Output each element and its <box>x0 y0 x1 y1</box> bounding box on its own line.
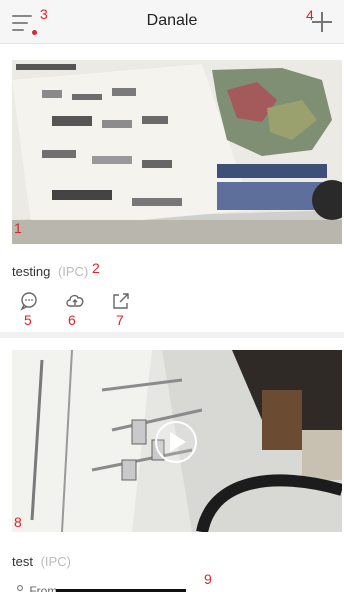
annotation-8: 8 <box>14 514 22 530</box>
annotation-6: 6 <box>68 312 76 328</box>
device-type: (IPC) <box>57 264 89 279</box>
annotation-1: 1 <box>14 220 22 236</box>
annotation-5: 5 <box>24 312 32 328</box>
annotation-2: 2 <box>92 260 100 276</box>
device-card: 8 test (IPC) From 9 <box>0 338 344 592</box>
device-name: test <box>12 554 33 569</box>
device-actions <box>18 290 218 314</box>
device-name-row: test (IPC) <box>12 554 71 569</box>
message-icon <box>20 292 37 311</box>
share-icon <box>113 293 129 309</box>
message-button[interactable] <box>18 290 40 312</box>
annotation-7: 7 <box>116 312 124 328</box>
cloud-upload-icon <box>66 294 84 307</box>
cloud-upload-button[interactable] <box>64 290 86 312</box>
shared-from-label: From <box>29 584 58 592</box>
notification-dot <box>32 30 37 35</box>
share-button[interactable] <box>110 290 132 312</box>
annotation-9: 9 <box>204 571 212 587</box>
annotation-4: 4 <box>306 7 314 23</box>
device-name: testing <box>12 264 51 279</box>
annotation-3: 3 <box>40 6 48 22</box>
device-card: 1 testing (IPC) 2 5 6 7 <box>0 48 344 332</box>
device-name-row: testing (IPC) <box>12 264 88 279</box>
shared-from-row: From <box>14 584 57 592</box>
camera-snapshot <box>12 350 342 532</box>
camera-preview[interactable] <box>12 60 342 244</box>
device-type: (IPC) <box>40 554 71 569</box>
camera-snapshot <box>12 60 342 244</box>
camera-preview[interactable] <box>12 350 342 532</box>
top-bar: Danale <box>0 0 344 44</box>
app-title: Danale <box>146 12 198 29</box>
user-icon <box>17 585 23 592</box>
